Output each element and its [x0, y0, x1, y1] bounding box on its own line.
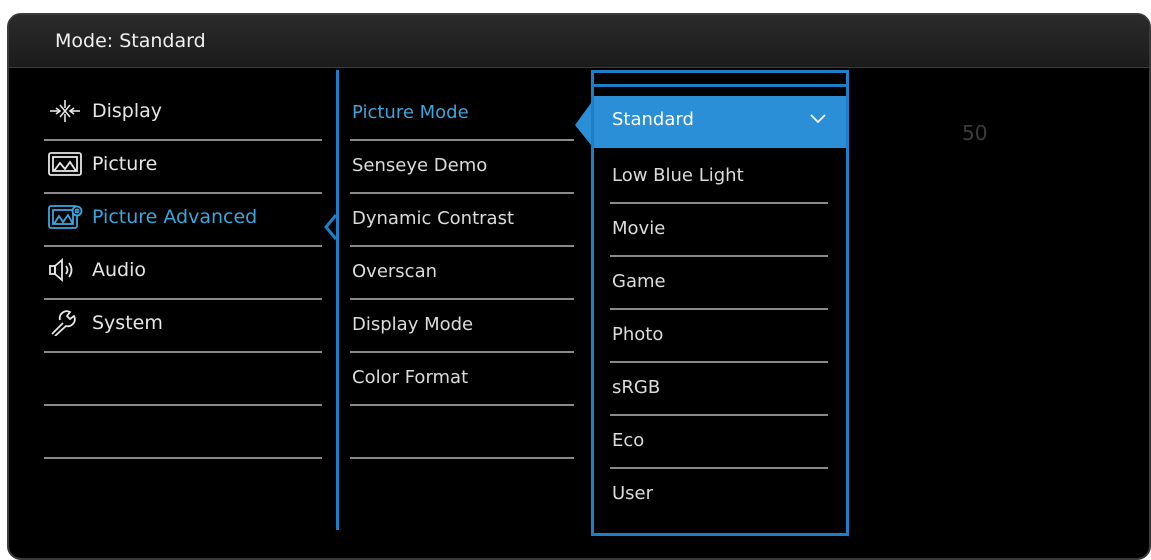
audio-icon — [49, 258, 73, 282]
active-menu-caret-icon — [324, 214, 338, 240]
sub-menu-item-picture-mode[interactable]: Picture Mode — [350, 90, 574, 141]
main-menu-label: Picture Advanced — [92, 206, 258, 228]
main-menu-label: Display — [92, 100, 163, 122]
sub-menu-label: Dynamic Contrast — [352, 208, 515, 229]
option-game[interactable]: Game — [610, 258, 828, 310]
main-menu-item-display[interactable]: Display — [44, 90, 322, 141]
sub-menu-item-dynamic-contrast[interactable]: Dynamic Contrast — [350, 196, 574, 247]
mode-title: Mode: Standard — [55, 30, 206, 52]
sub-menu-item-color-format[interactable]: Color Format — [350, 355, 574, 406]
option-label: Low Blue Light — [612, 165, 744, 186]
sub-menu-label: Overscan — [352, 261, 438, 282]
main-menu-item-audio[interactable]: Audio — [44, 249, 322, 300]
options-top-bar — [594, 73, 846, 87]
sub-menu-label: Display Mode — [352, 314, 474, 335]
sub-menu-label: Picture Mode — [352, 102, 469, 123]
main-menu-item-picture[interactable]: Picture — [44, 143, 322, 194]
osd-header: Mode: Standard — [9, 15, 1149, 68]
option-label: sRGB — [612, 377, 661, 398]
sub-menu-item-overscan[interactable]: Overscan — [350, 249, 574, 300]
picture-advanced-icon — [48, 205, 83, 229]
main-menu-item-picture-advanced[interactable]: Picture Advanced — [44, 196, 322, 247]
option-label: Movie — [612, 218, 666, 239]
option-label: User — [612, 483, 654, 504]
option-low-blue-light[interactable]: Low Blue Light — [610, 152, 828, 204]
option-label: Eco — [612, 430, 645, 451]
option-eco[interactable]: Eco — [610, 417, 828, 469]
system-icon — [51, 310, 76, 336]
sub-menu-item-senseye-demo[interactable]: Senseye Demo — [350, 143, 574, 194]
sub-menu-item-display-mode[interactable]: Display Mode — [350, 302, 574, 353]
option-user[interactable]: User — [610, 470, 828, 522]
options-list: Standard Low Blue Light Movie Game Photo… — [591, 70, 849, 536]
main-menu-item-system[interactable]: System — [44, 302, 322, 353]
option-photo[interactable]: Photo — [610, 311, 828, 363]
setting-value: 50 — [962, 121, 988, 145]
main-menu: Display Picture Picture Advanced Audio S… — [44, 90, 322, 461]
menu-divider — [336, 70, 339, 530]
option-movie[interactable]: Movie — [610, 205, 828, 257]
option-srgb[interactable]: sRGB — [610, 364, 828, 416]
option-standard[interactable]: Standard — [594, 96, 846, 148]
display-icon — [50, 100, 80, 122]
option-label: Game — [612, 271, 666, 292]
sub-menu-label: Color Format — [352, 367, 469, 388]
sub-menu-empty-row — [350, 408, 574, 459]
checkmark-icon — [810, 114, 826, 124]
option-label: Photo — [612, 324, 664, 345]
selection-pointer-icon — [575, 103, 591, 145]
sub-menu-label: Senseye Demo — [352, 155, 488, 176]
option-label: Standard — [612, 109, 694, 130]
main-menu-label: Picture — [92, 153, 158, 175]
main-menu-empty-row — [44, 355, 322, 406]
main-menu-label: Audio — [92, 259, 147, 281]
sub-menu: Picture Mode Senseye Demo Dynamic Contra… — [350, 90, 574, 461]
main-menu-label: System — [92, 312, 163, 334]
picture-icon — [48, 152, 82, 176]
main-menu-empty-row — [44, 408, 322, 459]
